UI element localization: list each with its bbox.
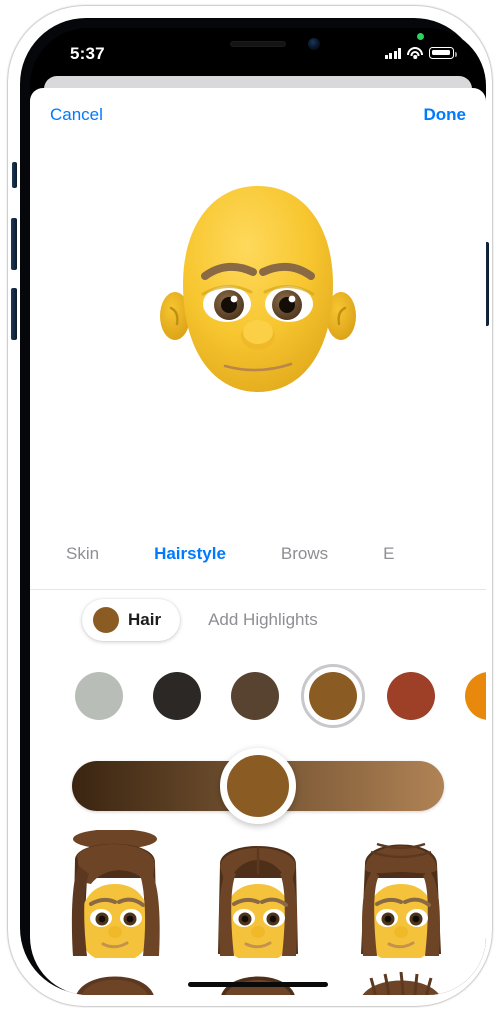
hairstyle-option-short-bob[interactable]	[50, 962, 180, 995]
hairstyle-option-straight-bangs[interactable]	[193, 962, 323, 995]
hair-color-swatch-orange[interactable]	[462, 669, 486, 723]
status-bar-icons	[384, 47, 457, 59]
mute-switch-button[interactable]	[12, 162, 17, 188]
segment-hair-label: Hair	[128, 610, 162, 629]
hairstyle-option-long-side-part[interactable]	[50, 830, 180, 960]
tab-eyes[interactable]: E	[383, 544, 394, 564]
volume-down-button[interactable]	[11, 288, 17, 340]
hairstyle-thumbnail	[362, 971, 440, 995]
done-button[interactable]: Done	[424, 105, 467, 125]
phone-screen: 5:37 Cancel Done Skin Hairstyle Brows E …	[30, 28, 486, 995]
hairstyle-option-updo-bun[interactable]	[336, 962, 466, 995]
swatch-dot-icon	[465, 672, 486, 720]
swatch-dot-icon	[153, 672, 201, 720]
hairstyle-thumbnail	[71, 830, 160, 958]
swatch-dot-icon	[75, 672, 123, 720]
volume-up-button[interactable]	[11, 218, 17, 270]
memoji-editor-sheet: Cancel Done Skin Hairstyle Brows E Hair …	[30, 88, 486, 995]
feature-tab-bar[interactable]: Skin Hairstyle Brows E	[30, 544, 486, 590]
home-indicator-bar[interactable]	[188, 982, 328, 987]
hairstyle-option-long-half-up[interactable]	[336, 830, 466, 960]
segment-add-highlights[interactable]: Add Highlights	[208, 610, 318, 630]
hair-color-swatch-auburn[interactable]	[384, 669, 438, 723]
hairstyle-grid-row-partial	[50, 962, 466, 995]
hair-segmented-control[interactable]: Hair Add Highlights	[30, 590, 486, 650]
hairstyle-grid-row	[50, 830, 466, 960]
hair-color-swatch-black[interactable]	[150, 669, 204, 723]
tab-hairstyle[interactable]: Hairstyle	[154, 544, 226, 564]
memoji-preview-area[interactable]	[30, 144, 486, 544]
sheet-navigation-bar: Cancel Done	[30, 88, 486, 144]
hairstyle-grid[interactable]	[30, 830, 486, 995]
hair-color-swatch-gray[interactable]	[72, 669, 126, 723]
tab-skin[interactable]: Skin	[66, 544, 99, 564]
swatch-dot-icon	[231, 672, 279, 720]
hairstyle-thumbnail	[218, 846, 298, 958]
device-frame: 5:37 Cancel Done Skin Hairstyle Brows E …	[8, 6, 492, 1006]
hair-color-swatch-row[interactable]	[30, 650, 486, 742]
hairstyle-thumbnail	[221, 976, 295, 995]
battery-icon	[429, 47, 457, 59]
hairstyle-option-long-center-part[interactable]	[193, 830, 323, 960]
swatch-dot-icon	[387, 672, 435, 720]
hairstyle-thumbnail	[76, 976, 154, 995]
tab-brows[interactable]: Brows	[281, 544, 328, 564]
hair-color-swatch-medium-brown[interactable]	[301, 664, 365, 728]
wifi-icon	[407, 47, 423, 59]
memoji-avatar[interactable]	[153, 180, 363, 420]
cellular-signal-icon	[384, 47, 401, 59]
swatch-selected-ring	[301, 664, 365, 728]
notch	[174, 28, 342, 58]
hair-shade-slider-row[interactable]	[30, 742, 486, 830]
hair-color-swatch-icon	[93, 607, 119, 633]
earpiece-speaker-icon	[230, 41, 286, 47]
hair-color-swatch-dark-brown[interactable]	[228, 669, 282, 723]
hair-shade-slider-track[interactable]	[72, 748, 444, 824]
status-bar-time: 5:37	[70, 44, 105, 63]
recording-indicator-icon	[417, 33, 424, 40]
front-camera-icon	[308, 38, 320, 50]
cancel-button[interactable]: Cancel	[50, 105, 103, 125]
hair-shade-slider-thumb[interactable]	[220, 748, 296, 824]
hairstyle-thumbnail	[361, 842, 441, 958]
segment-hair[interactable]: Hair	[82, 599, 181, 641]
